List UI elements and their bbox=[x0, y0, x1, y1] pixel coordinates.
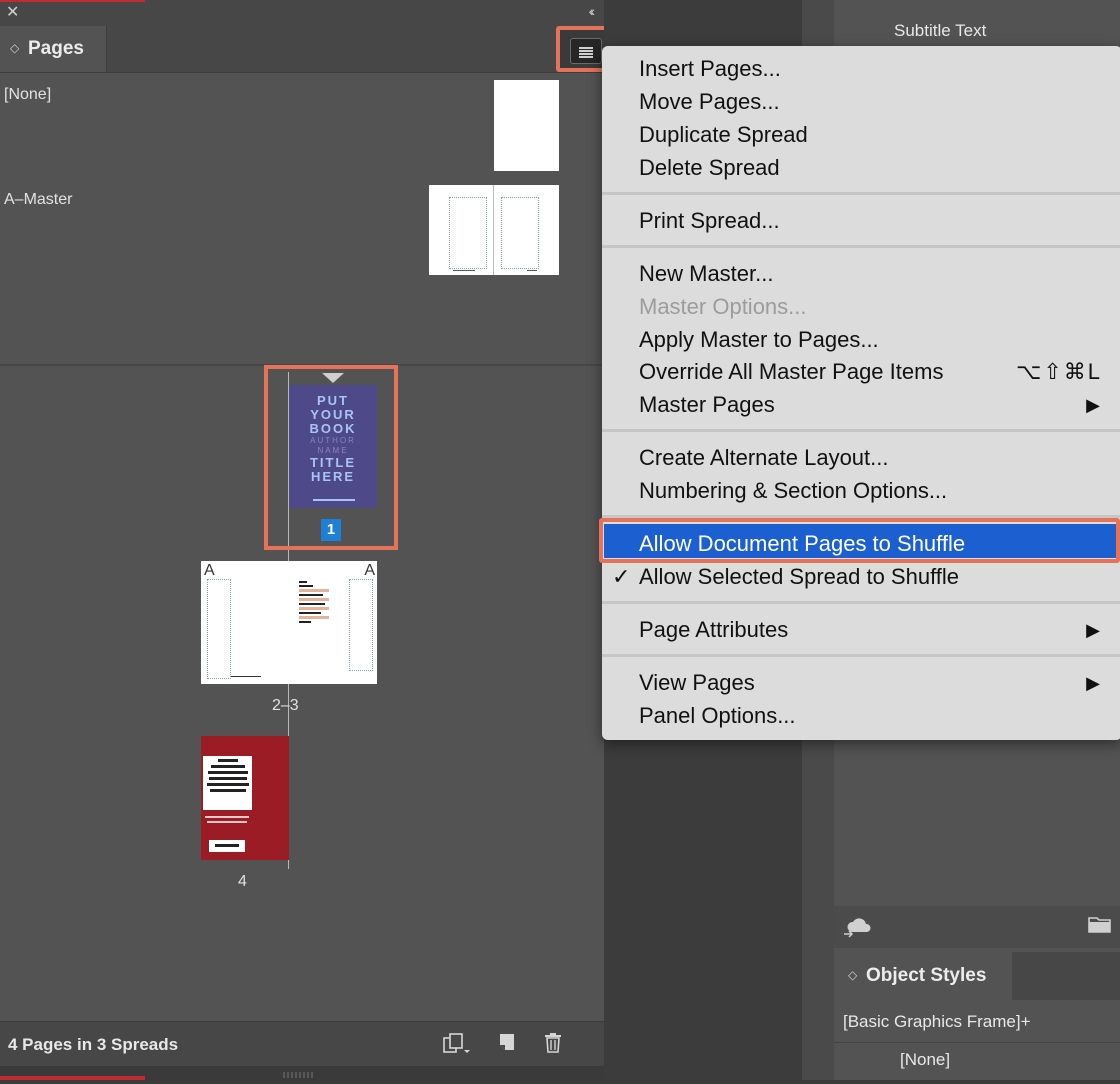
styles-panel-footer bbox=[834, 906, 1120, 948]
edit-page-size-icon[interactable] bbox=[442, 1032, 472, 1060]
submenu-arrow-icon: ▶ bbox=[1086, 620, 1100, 640]
spread-fold bbox=[493, 185, 494, 275]
menu-item-numbering-section[interactable]: Numbering & Section Options... bbox=[639, 475, 947, 507]
new-page-icon[interactable] bbox=[497, 1032, 517, 1058]
paragraph-style-subtitle-text[interactable]: Subtitle Text bbox=[894, 21, 986, 41]
margin-guide bbox=[349, 579, 373, 671]
menu-separator bbox=[602, 245, 1120, 248]
menu-item-master-options: Master Options... bbox=[639, 294, 807, 319]
shortcut-label: ⌥⇧⌘L bbox=[1015, 359, 1102, 384]
menu-item-new-master[interactable]: New Master... bbox=[639, 258, 773, 290]
panel-menu-icon[interactable] bbox=[570, 38, 602, 64]
tab-stepper-icon: ◇ bbox=[10, 41, 20, 55]
panel-tab-row: ◇ Pages bbox=[0, 26, 604, 73]
cloud-library-icon[interactable] bbox=[842, 916, 876, 943]
master-prefix-left: A bbox=[204, 562, 215, 579]
folder-icon[interactable] bbox=[1088, 914, 1112, 939]
text-block bbox=[299, 579, 329, 635]
page-4-label: 4 bbox=[238, 873, 247, 890]
list-divider bbox=[834, 1042, 1120, 1043]
tab-object-styles-label: Object Styles bbox=[866, 965, 987, 986]
margin-guide bbox=[501, 197, 539, 269]
master-none-label[interactable]: [None] bbox=[4, 86, 51, 104]
menu-separator bbox=[602, 429, 1120, 432]
panel-title-bar: ✕ ‹‹ bbox=[0, 0, 604, 27]
folio-line bbox=[527, 270, 537, 271]
master-prefix-right: A bbox=[364, 562, 375, 579]
text-line bbox=[207, 821, 247, 823]
folio-line bbox=[453, 270, 475, 271]
cover-highlight-outline bbox=[264, 365, 398, 550]
pages-panel-menu: Insert Pages... Move Pages... Duplicate … bbox=[602, 46, 1120, 740]
page-4-thumbnail[interactable] bbox=[201, 736, 289, 860]
object-style-item[interactable]: [None] bbox=[900, 1050, 950, 1070]
menu-item-master-pages[interactable]: Master Pages bbox=[639, 389, 775, 421]
folio-line bbox=[231, 676, 261, 677]
menu-item-panel-options[interactable]: Panel Options... bbox=[639, 700, 796, 732]
close-icon[interactable]: ✕ bbox=[6, 4, 19, 22]
submenu-arrow-icon: ▶ bbox=[1086, 673, 1100, 693]
object-style-item[interactable]: [Basic Graphics Frame]+ bbox=[843, 1012, 1031, 1032]
button-block bbox=[209, 840, 245, 852]
menu-item-allow-selected-spread-shuffle[interactable]: Allow Selected Spread to Shuffle bbox=[639, 561, 959, 593]
menu-item-move-pages[interactable]: Move Pages... bbox=[639, 86, 780, 118]
text-line bbox=[205, 816, 249, 818]
accent-line bbox=[0, 0, 145, 2]
menu-item-apply-master[interactable]: Apply Master to Pages... bbox=[639, 324, 879, 356]
spread-2-3-thumbnail[interactable]: A A bbox=[201, 561, 377, 684]
resize-grip-icon[interactable] bbox=[282, 1066, 318, 1078]
trash-icon[interactable] bbox=[543, 1032, 563, 1060]
menu-item-delete-spread[interactable]: Delete Spread bbox=[639, 152, 780, 184]
menu-separator bbox=[602, 654, 1120, 657]
page-count-status: 4 Pages in 3 Spreads bbox=[8, 1035, 179, 1054]
tab-pages[interactable]: ◇ Pages bbox=[0, 26, 107, 72]
menu-item-highlight-outline bbox=[599, 518, 1120, 563]
menu-item-override-master-items[interactable]: Override All Master Page Items bbox=[639, 356, 943, 388]
menu-item-create-alternate-layout[interactable]: Create Alternate Layout... bbox=[639, 442, 889, 474]
menu-item-print-spread[interactable]: Print Spread... bbox=[639, 205, 780, 237]
menu-separator bbox=[602, 192, 1120, 195]
a-master-label[interactable]: A–Master bbox=[4, 191, 72, 209]
check-icon: ✓ bbox=[612, 564, 631, 589]
a-master-thumbnail[interactable] bbox=[429, 185, 559, 275]
margin-guide bbox=[207, 579, 231, 679]
tab-stepper-icon: ◇ bbox=[848, 968, 858, 982]
margin-guide bbox=[449, 197, 487, 269]
pages-panel: ✕ ‹‹ ◇ Pages [None] A–Master PUT YOUR BO… bbox=[0, 0, 604, 1066]
collapse-panel-icon[interactable]: ‹‹ bbox=[589, 3, 596, 19]
menu-item-view-pages[interactable]: View Pages bbox=[639, 667, 755, 699]
accent-line bbox=[0, 1076, 145, 1080]
text-box bbox=[203, 756, 252, 810]
menu-item-insert-pages[interactable]: Insert Pages... bbox=[639, 53, 781, 85]
master-none-thumbnail[interactable] bbox=[494, 80, 559, 171]
menu-item-page-attributes[interactable]: Page Attributes bbox=[639, 614, 788, 646]
spread-2-3-label: 2–3 bbox=[272, 697, 299, 714]
status-bar: 4 Pages in 3 Spreads bbox=[0, 1021, 604, 1066]
submenu-arrow-icon: ▶ bbox=[1086, 395, 1100, 415]
menu-separator bbox=[602, 601, 1120, 604]
menu-item-duplicate-spread[interactable]: Duplicate Spread bbox=[639, 119, 808, 151]
tab-label: Pages bbox=[28, 38, 84, 59]
